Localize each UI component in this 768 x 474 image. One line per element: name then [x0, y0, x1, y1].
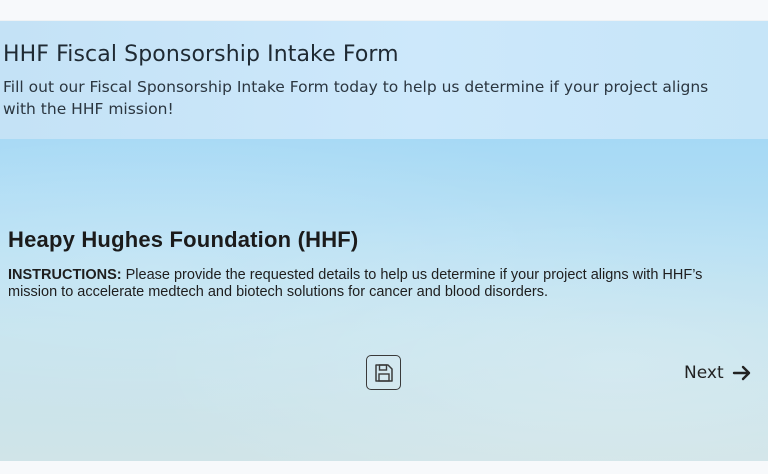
- organization-title: Heapy Hughes Foundation (HHF): [8, 227, 359, 252]
- instructions-label: INSTRUCTIONS:: [8, 267, 122, 283]
- next-label: Next: [684, 363, 724, 383]
- arrow-right-icon: [732, 365, 750, 381]
- header-banner: HHF Fiscal Sponsorship Intake Form Fill …: [0, 21, 768, 139]
- save-button[interactable]: [366, 355, 401, 390]
- page-title: HHF Fiscal Sponsorship Intake Form: [3, 42, 399, 67]
- save-icon: [374, 363, 393, 382]
- next-button[interactable]: Next: [684, 359, 752, 387]
- top-strip: [0, 0, 768, 21]
- form-panel: Heapy Hughes Foundation (HHF) INSTRUCTIO…: [0, 139, 768, 461]
- instructions-text: INSTRUCTIONS: Please provide the request…: [8, 267, 748, 301]
- page-subtitle: Fill out our Fiscal Sponsorship Intake F…: [3, 78, 709, 118]
- bottom-strip: [0, 461, 768, 474]
